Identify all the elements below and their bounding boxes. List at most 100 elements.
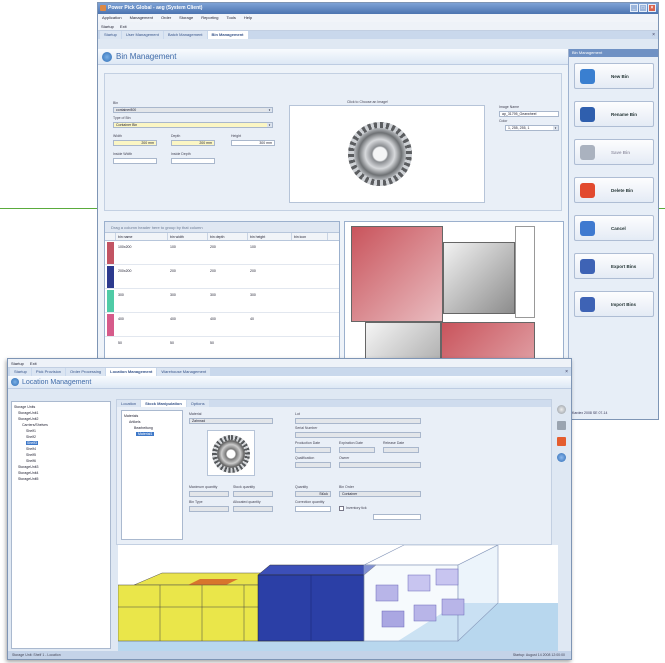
save-icon[interactable] [557,421,566,430]
table-row[interactable]: 100x200 100 200 100 [105,241,339,265]
startup-button[interactable]: Startup [101,22,114,30]
table-row[interactable]: 400 400 400 40 [105,313,339,337]
stock-quantity-input[interactable] [233,491,273,497]
tab-batch-management[interactable]: Batch Management [163,31,207,39]
table-row[interactable]: 300 300 300 300 [105,289,339,313]
material-image [207,430,255,476]
quantity-input[interactable]: Stück [295,491,331,497]
import-bins-button[interactable]: Import Bins [574,291,654,317]
rename-bin-button[interactable]: Rename Bin [574,101,654,127]
chevron-down-icon[interactable]: ▾ [267,108,272,112]
bin-color-swatch [107,266,114,288]
material-tree: Materials Artikels Bearbeitung Material1 [121,410,183,540]
tree-item-label: Shelf5 [26,453,36,457]
purple-bin[interactable] [413,604,437,622]
tab-user-management[interactable]: User Management [121,31,163,39]
menu-management[interactable]: Management [130,14,153,22]
exit-button[interactable]: Exit [30,359,37,367]
tab-startup[interactable]: Startup [100,31,121,39]
owner-select[interactable] [339,462,421,468]
purple-bin[interactable] [435,568,459,586]
material-tree-selected[interactable]: Material1 [136,432,155,436]
menu-reporting[interactable]: Reporting [201,14,218,22]
serial-number-input[interactable] [295,432,421,438]
close-icon[interactable]: × [648,4,656,12]
width-input[interactable]: 200 mm [113,140,157,146]
bin-type-input[interactable] [189,506,229,512]
blue-block-top[interactable] [257,564,377,576]
subtab-options[interactable]: Options [186,400,209,407]
menu-help[interactable]: Help [244,14,252,22]
comment-input[interactable] [373,514,421,520]
tab-location-management[interactable]: Location Management [106,368,157,376]
grid-header-bin-icon[interactable]: bin icon [292,233,328,240]
lot-input[interactable] [295,418,421,424]
table-cell-name: 400 [118,317,124,321]
grid-body: 100x200 100 200 100 200x200 200 200 200 300 300 30… [105,241,339,361]
grid-header-bin-name[interactable]: bin name [116,233,168,240]
save-bin-button[interactable]: Save Bin [574,139,654,165]
tab-pick-provision[interactable]: Pick Provision [31,368,66,376]
inside-depth-input[interactable] [171,158,215,164]
grid-header-bin-width[interactable]: bin width [168,233,208,240]
button-label: New Bin [611,74,629,79]
3d-storage-view[interactable] [118,545,558,653]
material-input[interactable]: Zahnrad [189,418,273,424]
delete-icon[interactable] [557,437,566,446]
expiration-date-input[interactable] [339,447,375,453]
chevron-down-icon[interactable]: ▾ [553,126,558,130]
tab-warehouse-management[interactable]: Warehouse Management [157,368,211,376]
allocated-quantity-input[interactable] [233,506,273,512]
tree-item-label: Storage Units [14,405,36,409]
bin-image-box[interactable] [289,105,485,203]
cancel-button[interactable]: Cancel [574,215,654,241]
chevron-down-icon[interactable]: ▾ [267,123,272,127]
purple-bin[interactable] [375,584,399,602]
maximum-quantity-input[interactable] [189,491,229,497]
refresh-icon[interactable] [557,405,566,414]
owner-label: Owner [339,456,350,460]
startup-button[interactable]: Startup [11,359,24,367]
bin-block-red-large[interactable] [351,226,443,322]
correction-quantity-input[interactable] [295,506,331,512]
purple-bin[interactable] [381,610,405,628]
menu-storage[interactable]: Storage [179,14,193,22]
exit-button[interactable]: Exit [120,22,127,30]
grid-header-bin-height[interactable]: bin height [248,233,292,240]
maximize-icon[interactable]: □ [639,4,647,12]
qualification-input[interactable] [295,462,331,468]
release-date-input[interactable] [383,447,419,453]
subtab-stock-manipulation[interactable]: Stock Manipulation [141,400,186,407]
production-date-input[interactable] [295,447,331,453]
inventory-checkbox[interactable] [339,506,344,511]
delete-bin-button[interactable]: Delete Bin [574,177,654,203]
subtab-location[interactable]: Location [117,400,141,407]
menu-order[interactable]: Order [161,14,171,22]
type-of-bin-select[interactable]: Container Bin ▾ [113,122,273,128]
bin-block-gray[interactable] [443,242,515,314]
bin-select[interactable]: container800 ▾ [113,107,273,113]
undo-icon[interactable] [557,453,566,462]
tab-bin-management[interactable]: Bin Management [207,31,248,39]
tab-startup[interactable]: Startup [10,368,31,376]
inside-width-input[interactable] [113,158,157,164]
tab-order-processing[interactable]: Order Processing [66,368,106,376]
color-select[interactable]: 1, 255, 255, 1 ▾ [505,125,559,131]
depth-input[interactable]: 200 mm [171,140,215,146]
export-bins-button[interactable]: Export Bins [574,253,654,279]
purple-bin[interactable] [441,598,465,616]
image-name-input[interactable]: ap_31795_Gearwheel [499,111,559,117]
table-row[interactable]: 200x200 200 200 200 [105,265,339,289]
close-tab-icon[interactable]: × [565,368,568,376]
menu-application[interactable]: Application [102,14,122,22]
menu-tools[interactable]: Tools [227,14,236,22]
purple-bin[interactable] [407,574,431,592]
new-bin-button[interactable]: New Bin [574,63,654,89]
close-tab-icon[interactable]: × [652,31,655,39]
minimize-icon[interactable]: _ [630,4,638,12]
bin-slot-empty[interactable] [515,226,535,318]
tree-item[interactable]: StorageUnit5 [14,476,108,482]
height-input[interactable]: 300 mm [231,140,275,146]
grid-header-bin-depth[interactable]: bin depth [208,233,248,240]
bin-order-select[interactable]: Container [339,491,421,497]
